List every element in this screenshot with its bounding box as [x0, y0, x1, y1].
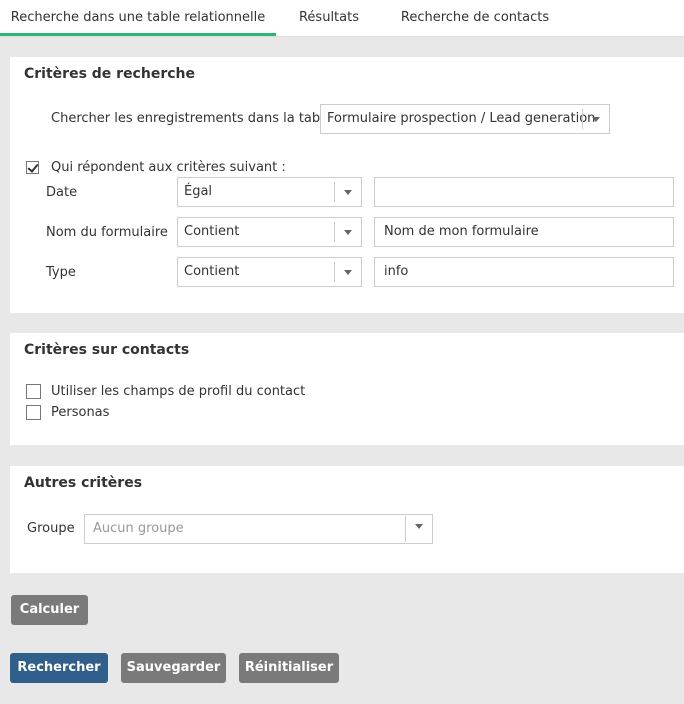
chevron-down-icon: [405, 516, 432, 542]
criterion-field-label: Nom du formulaire: [46, 225, 168, 240]
group-select[interactable]: Aucun groupe: [84, 514, 433, 544]
criterion-operator-value: Égal: [184, 184, 213, 199]
reset-button[interactable]: Réinitialiser: [239, 653, 339, 683]
contact-criteria-title: Critères sur contacts: [24, 342, 190, 358]
calculate-button[interactable]: Calculer: [11, 595, 88, 625]
search-criteria-panel: Critères de recherche Chercher les enreg…: [10, 57, 684, 313]
personas-checkbox[interactable]: [26, 405, 41, 420]
criterion-operator-select[interactable]: Contient: [177, 217, 362, 247]
criterion-operator-select[interactable]: Égal: [177, 177, 362, 207]
tab-results[interactable]: Résultats: [276, 0, 382, 36]
personas-label: Personas: [51, 405, 110, 420]
chevron-down-icon: [334, 182, 361, 202]
criterion-value-text: Nom de mon formulaire: [384, 224, 539, 239]
contact-criteria-panel: Critères sur contacts Utiliser les champ…: [10, 333, 684, 445]
tab-bar: Recherche dans une table relationnelle R…: [0, 0, 684, 37]
matching-criteria-label: Qui répondent aux critères suivant :: [51, 160, 286, 175]
criterion-value-input[interactable]: [374, 177, 674, 207]
search-button[interactable]: Rechercher: [10, 653, 108, 683]
other-criteria-panel: Autres critères Groupe Aucun groupe: [10, 466, 684, 573]
chevron-down-icon: [334, 262, 361, 282]
profile-fields-label: Utiliser les champs de profil du contact: [51, 384, 306, 399]
criterion-value-text: info: [384, 264, 409, 279]
criterion-operator-value: Contient: [184, 224, 240, 239]
search-criteria-title: Critères de recherche: [24, 66, 195, 82]
criterion-field-label: Date: [46, 185, 78, 200]
group-select-placeholder: Aucun groupe: [93, 521, 184, 536]
criterion-field-label: Type: [46, 265, 76, 280]
chevron-down-icon: [334, 222, 361, 242]
criterion-operator-value: Contient: [184, 264, 240, 279]
group-label: Groupe: [27, 521, 75, 536]
save-button[interactable]: Sauvegarder: [121, 653, 226, 683]
table-select[interactable]: Formulaire prospection / Lead generation: [320, 104, 610, 134]
table-label: Chercher les enregistrements dans la tab…: [51, 111, 341, 126]
tab-relational-table-search[interactable]: Recherche dans une table relationnelle: [0, 0, 276, 36]
chevron-down-icon: [582, 109, 609, 129]
criterion-operator-select[interactable]: Contient: [177, 257, 362, 287]
profile-fields-checkbox[interactable]: [26, 384, 41, 399]
tab-contact-search[interactable]: Recherche de contacts: [382, 0, 568, 36]
criterion-value-input[interactable]: info: [374, 257, 674, 287]
matching-criteria-checkbox[interactable]: [26, 161, 39, 174]
table-select-value: Formulaire prospection / Lead generation: [327, 111, 596, 126]
other-criteria-title: Autres critères: [24, 475, 143, 491]
criterion-value-input[interactable]: Nom de mon formulaire: [374, 217, 674, 247]
